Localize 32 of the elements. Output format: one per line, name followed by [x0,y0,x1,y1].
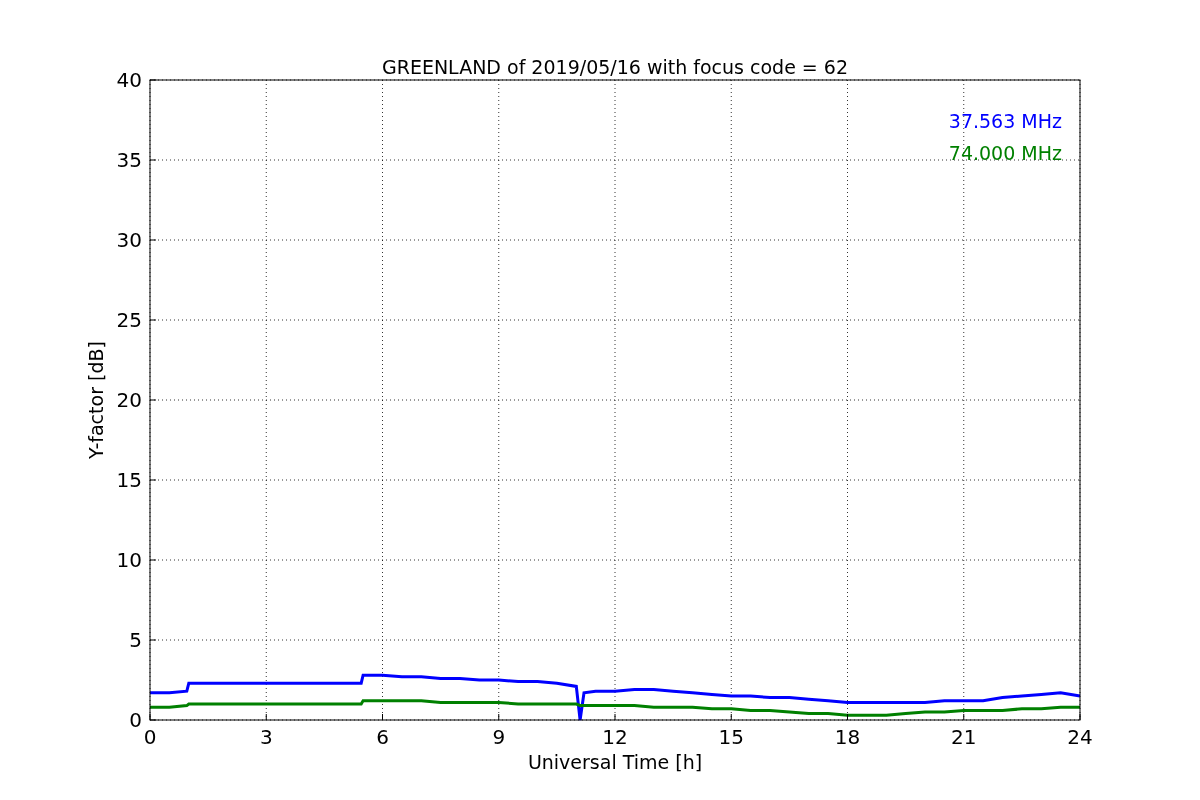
legend-label: 37.563 MHz [948,110,1062,132]
tick-mark [149,79,157,81]
tick-mark [149,319,157,321]
y-tick-label: 35 [116,148,142,172]
y-tick-label: 25 [116,308,142,332]
y-tick-label: 0 [129,708,142,732]
tick-mark [149,399,157,401]
tick-mark [149,559,157,561]
x-tick-label: 0 [143,725,157,749]
tick-mark [1079,713,1081,721]
y-tick-label: 15 [116,468,142,492]
x-tick-label: 6 [376,725,389,749]
y-axis-label: Y-factor [dB] [85,341,107,459]
tick-mark [149,479,157,481]
tick-mark [149,159,157,161]
y-tick-label: 30 [116,228,142,252]
y-tick-label: 10 [116,548,142,572]
tick-mark [149,239,157,241]
legend-label: 74.000 MHz [948,142,1062,164]
y-tick-label: 40 [116,68,142,92]
x-tick-label: 9 [492,725,506,749]
y-tick-label: 5 [129,628,142,652]
x-tick-label: 24 [1067,725,1093,749]
y-tick-label: 20 [116,388,142,412]
x-tick-label: 12 [602,725,628,749]
x-tick-label: 15 [718,725,744,749]
tick-mark [149,639,157,641]
x-tick-label: 3 [259,725,273,749]
x-tick-label: 21 [951,725,977,749]
x-tick-label: 18 [834,725,861,749]
x-axis-label: Universal Time [h] [527,751,703,773]
chart-title: GREENLAND of 2019/05/16 with focus code = 62 [382,56,848,78]
